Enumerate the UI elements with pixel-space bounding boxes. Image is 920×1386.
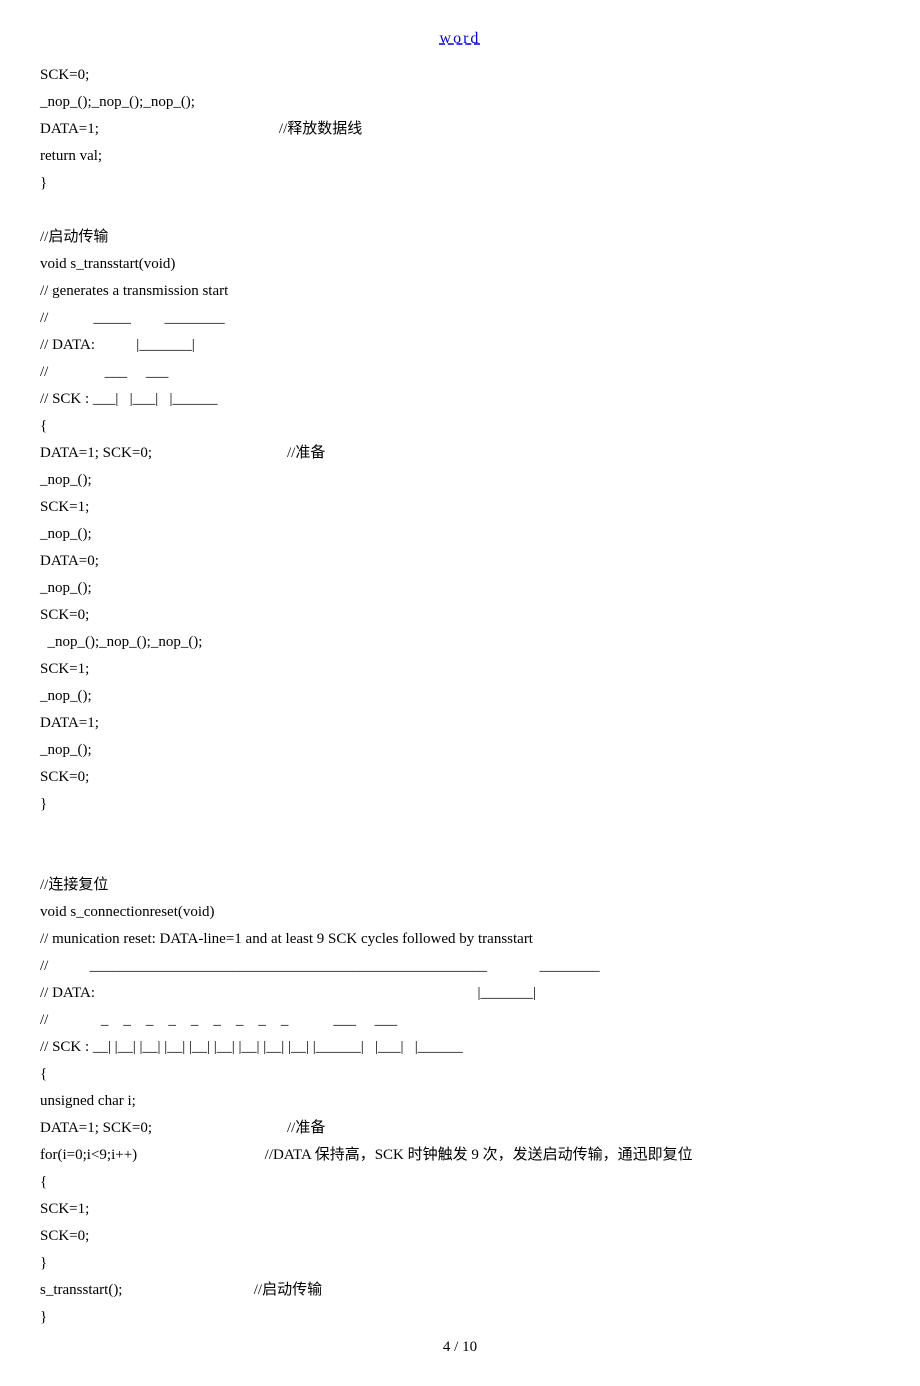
- code-line: for(i=0;i<9;i++) //DATA 保持高，SCK 时钟触发 9 次…: [40, 1142, 880, 1169]
- code-line: void s_transstart(void): [40, 251, 880, 278]
- code-line: {: [40, 1169, 880, 1196]
- code-line: // _____ ________: [40, 305, 880, 332]
- code-line: _nop_();_nop_();_nop_();: [40, 629, 880, 656]
- code-line: }: [40, 170, 880, 197]
- code-line: _nop_();_nop_();_nop_();: [40, 89, 880, 116]
- code-line: }: [40, 791, 880, 818]
- code-line: DATA=1; SCK=0; //准备: [40, 440, 880, 467]
- code-line: [40, 818, 880, 845]
- code-line: }: [40, 1250, 880, 1277]
- code-body: SCK=0;_nop_();_nop_();_nop_();DATA=1; //…: [40, 62, 880, 1331]
- header-link-text: word: [440, 30, 481, 47]
- code-line: SCK=1;: [40, 656, 880, 683]
- code-line: DATA=0;: [40, 548, 880, 575]
- code-line: // _ _ _ _ _ _ _ _ _ ___ ___: [40, 1007, 880, 1034]
- code-line: [40, 845, 880, 872]
- code-line: // _____________________________________…: [40, 953, 880, 980]
- code-line: // ___ ___: [40, 359, 880, 386]
- code-line: _nop_();: [40, 521, 880, 548]
- header-link[interactable]: word: [40, 30, 880, 48]
- code-line: SCK=0;: [40, 62, 880, 89]
- code-line: return val;: [40, 143, 880, 170]
- code-line: _nop_();: [40, 737, 880, 764]
- code-line: SCK=1;: [40, 1196, 880, 1223]
- code-line: s_transstart(); //启动传输: [40, 1277, 880, 1304]
- document-page: word SCK=0;_nop_();_nop_();_nop_();DATA=…: [0, 0, 920, 1386]
- code-line: {: [40, 1061, 880, 1088]
- code-line: SCK=1;: [40, 494, 880, 521]
- code-line: // SCK : __| |__| |__| |__| |__| |__| |_…: [40, 1034, 880, 1061]
- code-line: SCK=0;: [40, 602, 880, 629]
- code-line: DATA=1;: [40, 710, 880, 737]
- code-line: _nop_();: [40, 575, 880, 602]
- code-line: // DATA: |_______|: [40, 332, 880, 359]
- code-line: void s_connectionreset(void): [40, 899, 880, 926]
- code-line: //启动传输: [40, 224, 880, 251]
- code-line: // SCK : ___| |___| |______: [40, 386, 880, 413]
- code-line: // DATA: |_______|: [40, 980, 880, 1007]
- code-line: _nop_();: [40, 467, 880, 494]
- code-line: _nop_();: [40, 683, 880, 710]
- code-line: //连接复位: [40, 872, 880, 899]
- code-line: SCK=0;: [40, 1223, 880, 1250]
- code-line: unsigned char i;: [40, 1088, 880, 1115]
- code-line: DATA=1; //释放数据线: [40, 116, 880, 143]
- page-footer: 4 / 10: [40, 1339, 880, 1356]
- code-line: SCK=0;: [40, 764, 880, 791]
- code-line: {: [40, 413, 880, 440]
- code-line: // generates a transmission start: [40, 278, 880, 305]
- code-line: }: [40, 1304, 880, 1331]
- code-line: // munication reset: DATA-line=1 and at …: [40, 926, 880, 953]
- code-line: DATA=1; SCK=0; //准备: [40, 1115, 880, 1142]
- code-line: [40, 197, 880, 224]
